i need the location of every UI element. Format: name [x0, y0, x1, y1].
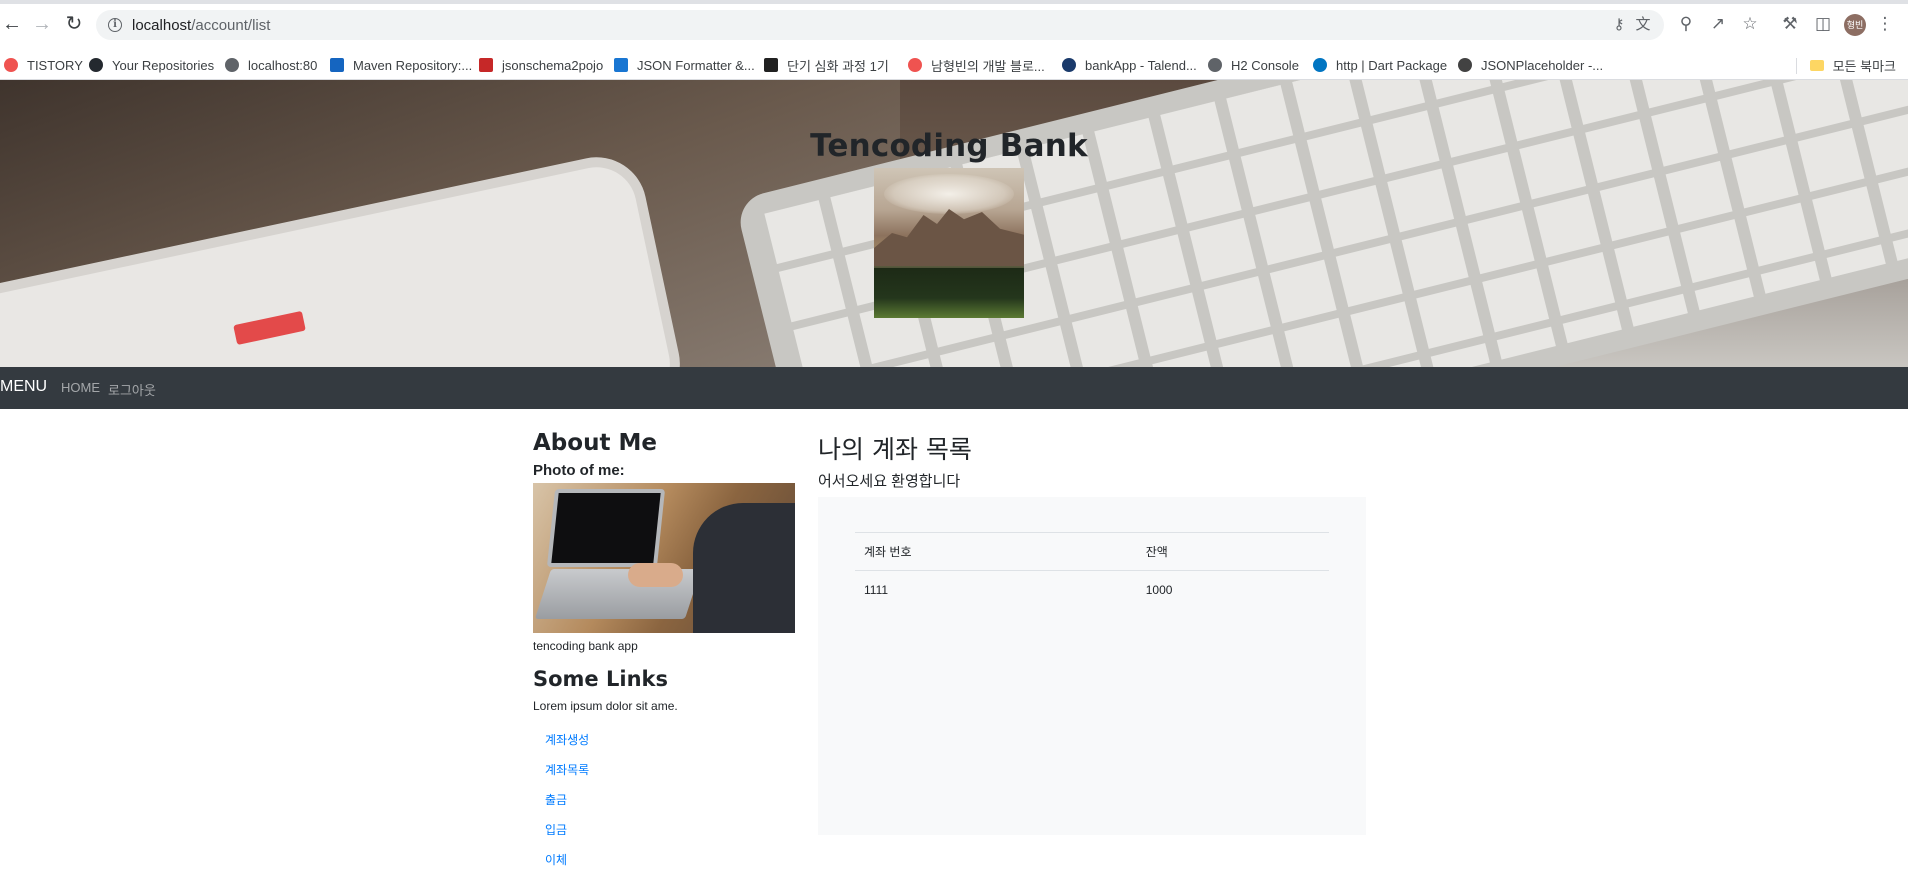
forest: [874, 268, 1024, 318]
url-host: localhost: [132, 17, 192, 34]
url-path: /account/list: [191, 17, 271, 34]
jsonplaceholder-icon: [1458, 58, 1472, 72]
laptop-button: [233, 310, 306, 345]
key-icon[interactable]: ⚷: [1609, 16, 1629, 34]
profile-photo: [533, 483, 795, 633]
page-title: 나의 계좌 목록: [818, 435, 972, 464]
bookmark-item[interactable]: TISTORY: [4, 50, 83, 80]
all-bookmarks-folder[interactable]: 모든 북마크: [1809, 50, 1896, 80]
bookmark-item[interactable]: Maven Repository:...: [330, 50, 472, 80]
sidebar-links: 계좌생성 계좌목록 출금 입금 이체: [533, 731, 795, 880]
sidebar: About Me Photo of me: tencoding bank app…: [533, 430, 795, 880]
mountain: [874, 209, 1024, 266]
folder-label: 모든 북마크: [1832, 58, 1896, 74]
account-number-cell: 1111: [855, 570, 1137, 609]
nav-home-link[interactable]: HOME: [61, 380, 100, 395]
forward-icon[interactable]: →: [30, 12, 54, 36]
link-account-list[interactable]: 계좌목록: [545, 761, 795, 791]
column-header-account-number: 계좌 번호: [855, 532, 1137, 571]
bookmark-item[interactable]: H2 Console: [1208, 50, 1299, 80]
top-navbar: MENU HOME 로그아웃: [0, 367, 1908, 409]
welcome-message: 어서오세요 환영합니다: [818, 473, 961, 490]
bookmark-label: Your Repositories: [112, 57, 215, 73]
notion-icon: [764, 58, 778, 72]
address-bar[interactable]: i localhost/account/list ⚷ 文: [96, 10, 1664, 40]
column-header-balance: 잔액: [1136, 532, 1329, 571]
bookmarks-divider: [1796, 58, 1797, 74]
menu-icon[interactable]: ⋮: [1874, 13, 1896, 35]
link-withdraw[interactable]: 출금: [545, 791, 795, 821]
nav-logout-link[interactable]: 로그아웃: [108, 380, 156, 399]
hero-mountain-image: [874, 168, 1024, 318]
link-deposit[interactable]: 입금: [545, 821, 795, 851]
hero-banner: Tencoding Bank: [0, 80, 1908, 367]
about-title: About Me: [533, 430, 657, 456]
bookmark-item[interactable]: JSON Formatter &...: [614, 50, 755, 80]
star-icon[interactable]: ☆: [1739, 13, 1761, 35]
account-table: 계좌 번호 잔액 1111 1000: [855, 532, 1329, 609]
profile-avatar[interactable]: 형빈: [1844, 14, 1866, 36]
bookmark-label: http | Dart Package: [1336, 57, 1448, 73]
dart-icon: [1313, 58, 1327, 72]
bookmark-item[interactable]: jsonschema2pojo: [479, 50, 603, 80]
maven-icon: [330, 58, 344, 72]
links-title: Some Links: [533, 667, 668, 691]
bookmark-item[interactable]: 남형빈의 개발 블로...: [908, 50, 1045, 80]
globe-icon: [225, 58, 239, 72]
translate-icon[interactable]: 文: [1633, 16, 1653, 34]
photo-label: Photo of me:: [533, 462, 625, 479]
reload-icon[interactable]: ↻: [62, 12, 86, 36]
bookmark-item[interactable]: JSONPlaceholder -...: [1458, 50, 1603, 80]
person: [693, 503, 795, 633]
account-panel: 계좌 번호 잔액 1111 1000: [818, 497, 1366, 835]
share-icon[interactable]: ↗: [1707, 13, 1729, 35]
bookmark-label: TISTORY: [27, 57, 83, 73]
jsonschema-icon: [479, 58, 493, 72]
talend-icon: [1062, 58, 1076, 72]
bookmark-label: Maven Repository:...: [353, 57, 473, 73]
laptop-screen: [546, 489, 666, 567]
browser-toolbar: ← → ↻ i localhost/account/list ⚷ 文 ⚲ ↗ ☆…: [0, 0, 1908, 50]
bookmark-label: H2 Console: [1231, 57, 1299, 73]
bookmark-label: JSON Formatter &...: [637, 57, 755, 73]
tab-strip-edge: [0, 0, 1908, 4]
bookmark-item[interactable]: localhost:80: [225, 50, 317, 80]
globe-icon: [1208, 58, 1222, 72]
cloud: [884, 174, 1014, 214]
sidepanel-icon[interactable]: ◫: [1812, 13, 1834, 35]
bookmark-label: 단기 심화 과정 1기: [787, 58, 889, 74]
bookmark-item[interactable]: Your Repositories: [89, 50, 214, 80]
links-description: Lorem ipsum dolor sit ame.: [533, 699, 678, 713]
bookmark-label: JSONPlaceholder -...: [1481, 57, 1604, 73]
balance-cell: 1000: [1136, 570, 1329, 609]
folder-icon: [1809, 59, 1824, 71]
bookmark-label: 남형빈의 개발 블로...: [931, 58, 1045, 74]
photo-caption: tencoding bank app: [533, 639, 638, 653]
site-title: Tencoding Bank: [810, 128, 1088, 164]
info-icon[interactable]: i: [108, 18, 122, 32]
back-icon[interactable]: ←: [0, 12, 24, 36]
bookmark-item[interactable]: bankApp - Talend...: [1062, 50, 1197, 80]
link-transfer[interactable]: 이체: [545, 851, 795, 880]
bookmark-item[interactable]: http | Dart Package: [1313, 50, 1447, 80]
table-row: 1111 1000: [855, 570, 1329, 609]
url-text[interactable]: localhost/account/list: [132, 17, 270, 34]
link-create-account[interactable]: 계좌생성: [545, 731, 795, 761]
main-content: 나의 계좌 목록 어서오세요 환영합니다 계좌 번호 잔액 1111 1000: [818, 430, 1366, 835]
tistory-icon: [4, 58, 18, 72]
navbar-brand[interactable]: MENU: [0, 378, 47, 396]
bookmark-label: jsonschema2pojo: [502, 57, 604, 73]
hand: [628, 563, 683, 587]
github-icon: [89, 58, 103, 72]
bookmark-label: localhost:80: [248, 57, 318, 73]
extensions-icon[interactable]: ⚒: [1779, 13, 1801, 35]
table-header-row: 계좌 번호 잔액: [855, 532, 1329, 571]
zoom-icon[interactable]: ⚲: [1675, 13, 1697, 35]
bookmark-label: bankApp - Talend...: [1085, 57, 1197, 73]
bookmark-item[interactable]: 단기 심화 과정 1기: [764, 50, 889, 80]
checkmark-icon: [614, 58, 628, 72]
bookmarks-bar: TISTORY Your Repositories localhost:80 M…: [0, 50, 1908, 80]
tistory-icon: [908, 58, 922, 72]
